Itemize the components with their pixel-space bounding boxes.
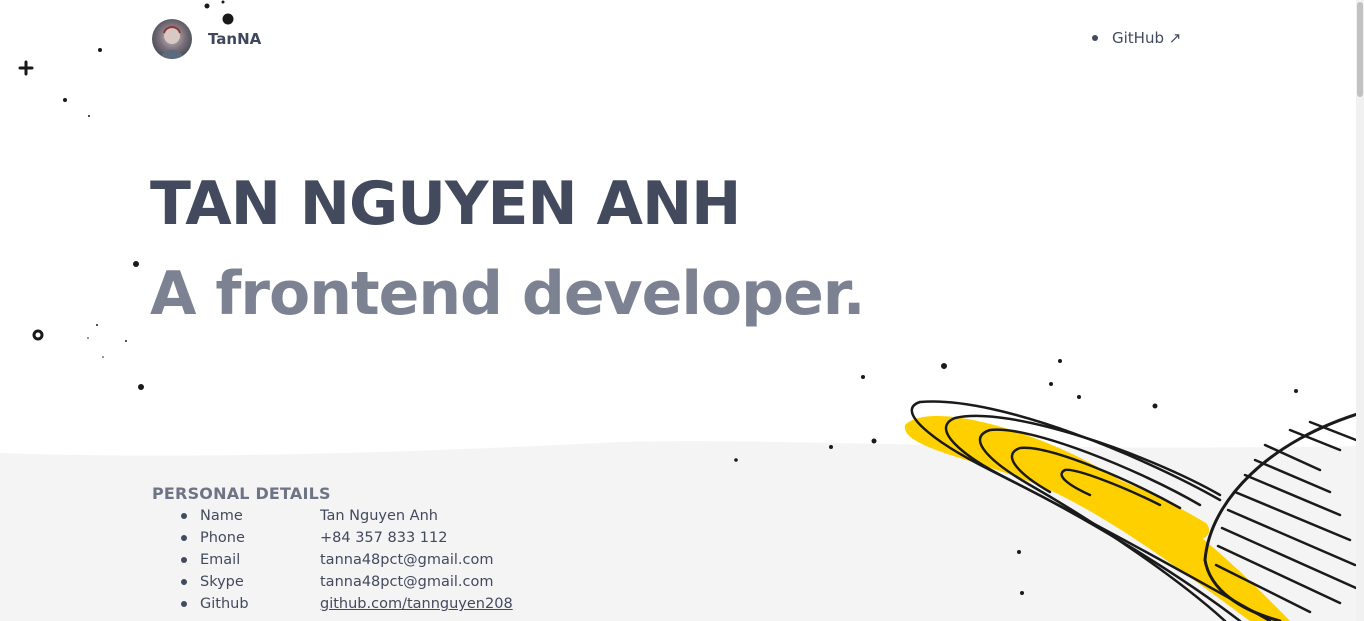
- detail-key: Email: [200, 552, 241, 568]
- brand-link[interactable]: TanNA: [208, 30, 261, 48]
- section-title: PERSONAL DETAILS: [152, 484, 331, 503]
- nav-item-github: GitHub ↗: [1092, 29, 1181, 47]
- hero-name: TAN NGUYEN ANH: [150, 169, 741, 239]
- detail-value: tanna48pct@gmail.com: [320, 552, 494, 568]
- cross-star: [18, 60, 34, 76]
- personal-details: PERSONAL DETAILS Name Tan Nguyen Anh Phon…: [152, 484, 513, 615]
- detail-row-github: Github github.com/tannguyen208: [152, 593, 513, 615]
- ring-star: [32, 329, 44, 341]
- details-list: Name Tan Nguyen Anh Phone +84 357 833 112 …: [152, 505, 513, 615]
- avatar[interactable]: [152, 19, 192, 59]
- detail-key: Github: [200, 596, 249, 612]
- detail-key: Skype: [200, 574, 244, 590]
- github-link[interactable]: GitHub ↗: [1112, 29, 1181, 47]
- scrollbar-thumb[interactable]: [1357, 2, 1363, 97]
- avatar-image: [152, 19, 192, 59]
- hero-role: A frontend developer.: [150, 259, 866, 329]
- detail-key: Phone: [200, 530, 245, 546]
- scrollbar[interactable]: [1356, 0, 1364, 621]
- detail-row-name: Name Tan Nguyen Anh: [152, 505, 513, 527]
- site-header: TanNA: [152, 19, 261, 59]
- detail-row-phone: Phone +84 357 833 112: [152, 527, 513, 549]
- detail-row-email: Email tanna48pct@gmail.com: [152, 549, 513, 571]
- detail-row-skype: Skype tanna48pct@gmail.com: [152, 571, 513, 593]
- detail-key: Name: [200, 508, 243, 524]
- github-profile-link[interactable]: github.com/tannguyen208: [320, 596, 513, 612]
- page: TanNA GitHub ↗ TAN NGUYEN ANH A frontend…: [0, 0, 1364, 621]
- detail-value: Tan Nguyen Anh: [320, 508, 438, 524]
- top-nav: GitHub ↗: [1092, 29, 1181, 47]
- detail-value: tanna48pct@gmail.com: [320, 574, 494, 590]
- detail-value: +84 357 833 112: [320, 530, 448, 546]
